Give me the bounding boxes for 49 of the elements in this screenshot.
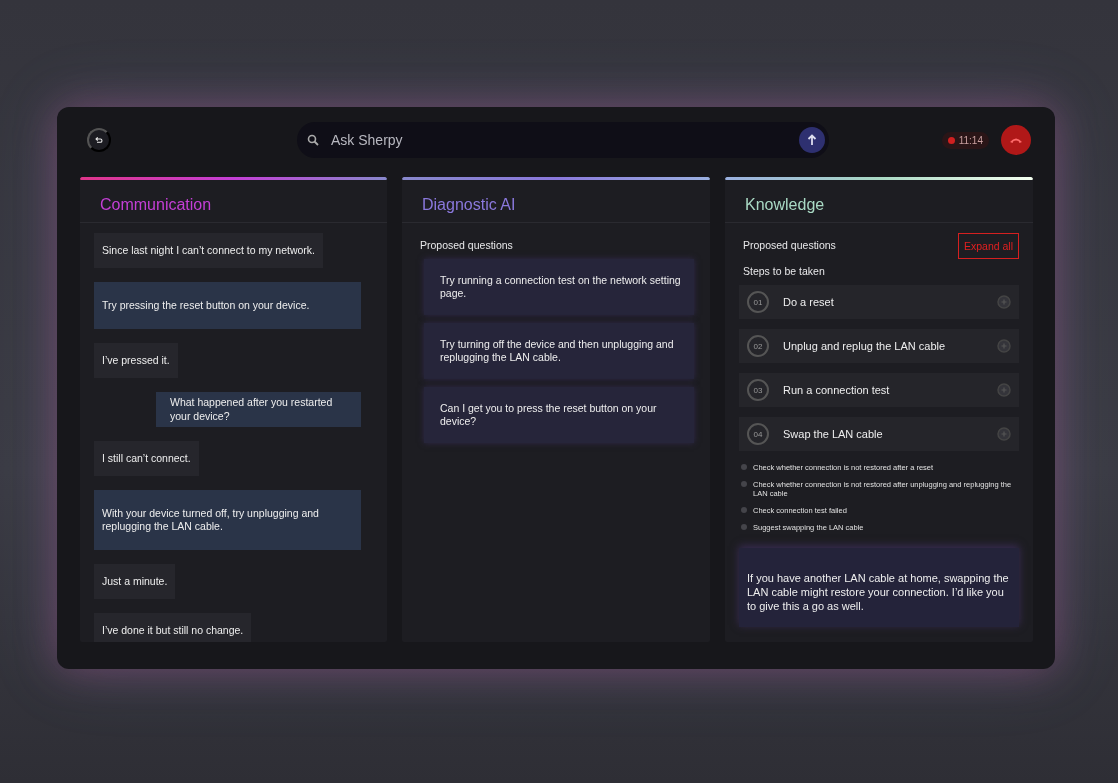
customer-message: I’ve done it but still no change. (94, 613, 252, 642)
step-label: Run a connection test (783, 384, 891, 396)
step-number: 02 (747, 335, 769, 357)
call-timer: 11:14 (941, 131, 989, 149)
send-button[interactable] (799, 127, 825, 153)
search-field[interactable]: Ask Sherpy (329, 131, 799, 149)
search-icon (307, 134, 319, 146)
section-label: Steps to be taken (742, 264, 826, 279)
up-arrow-icon (807, 134, 817, 146)
proposed-question[interactable]: Try running a connection test on the network setting page. (424, 259, 694, 315)
agent-message: Try pressing the reset button on your device. (94, 282, 361, 330)
step-item[interactable]: 01 Do a reset (739, 285, 1019, 319)
column-title: Communication (80, 180, 387, 223)
step-label: Swap the LAN cable (783, 428, 884, 440)
section-label: Proposed questions (742, 238, 837, 253)
hang-up-button[interactable] (1001, 125, 1031, 155)
column-title: Diagnostic AI (402, 180, 710, 223)
column-title: Knowledge (725, 180, 1033, 223)
customer-message: I still can’t connect. (94, 440, 199, 476)
check-dot[interactable] (741, 464, 747, 470)
step-number: 03 (747, 379, 769, 401)
step-number: 04 (747, 423, 769, 445)
suggestion-card: If you have another LAN cable at home, swapping the LAN cable might restore your connection. I’d like you to give this a go as well. (739, 548, 1019, 628)
section-label: Proposed questions (419, 238, 514, 253)
check-dot[interactable] (741, 507, 747, 513)
check-dot[interactable] (741, 481, 747, 487)
agent-message: What happened after you restarted your device? (156, 392, 361, 427)
plus-circle-icon[interactable] (997, 295, 1011, 309)
plus-circle-icon[interactable] (997, 427, 1011, 441)
agent-message: With your device turned off, try unplugging and replugging the LAN cable. (94, 489, 361, 550)
step-label: Unplug and replug the LAN cable (783, 340, 947, 352)
step-label: Do a reset (783, 296, 835, 308)
step-item[interactable]: 04 Swap the LAN cable (739, 417, 1019, 451)
search-bar[interactable]: Ask Sherpy (297, 122, 829, 158)
back-button[interactable] (87, 128, 111, 152)
plus-circle-icon[interactable] (997, 339, 1011, 353)
step-item[interactable]: 02 Unplug and replug the LAN cable (739, 329, 1019, 363)
step-number: 01 (747, 291, 769, 313)
proposed-question[interactable]: Can I get you to press the reset button on your device? (424, 387, 694, 443)
step-item[interactable]: 03 Run a connection test (739, 373, 1019, 407)
phone-icon (1009, 136, 1023, 144)
customer-message: Since last night I can’t connect to my network. (94, 233, 324, 269)
check-dot[interactable] (741, 524, 747, 530)
proposed-question[interactable]: Try turning off the device and then unplugging and replugging the LAN cable. (424, 323, 694, 379)
customer-message: Just a minute. (94, 564, 176, 600)
return-arrow-icon (95, 134, 103, 146)
expand-all-button[interactable]: Expand all (957, 233, 1019, 259)
plus-circle-icon[interactable] (997, 383, 1011, 397)
customer-message: I’ve pressed it. (94, 343, 178, 379)
